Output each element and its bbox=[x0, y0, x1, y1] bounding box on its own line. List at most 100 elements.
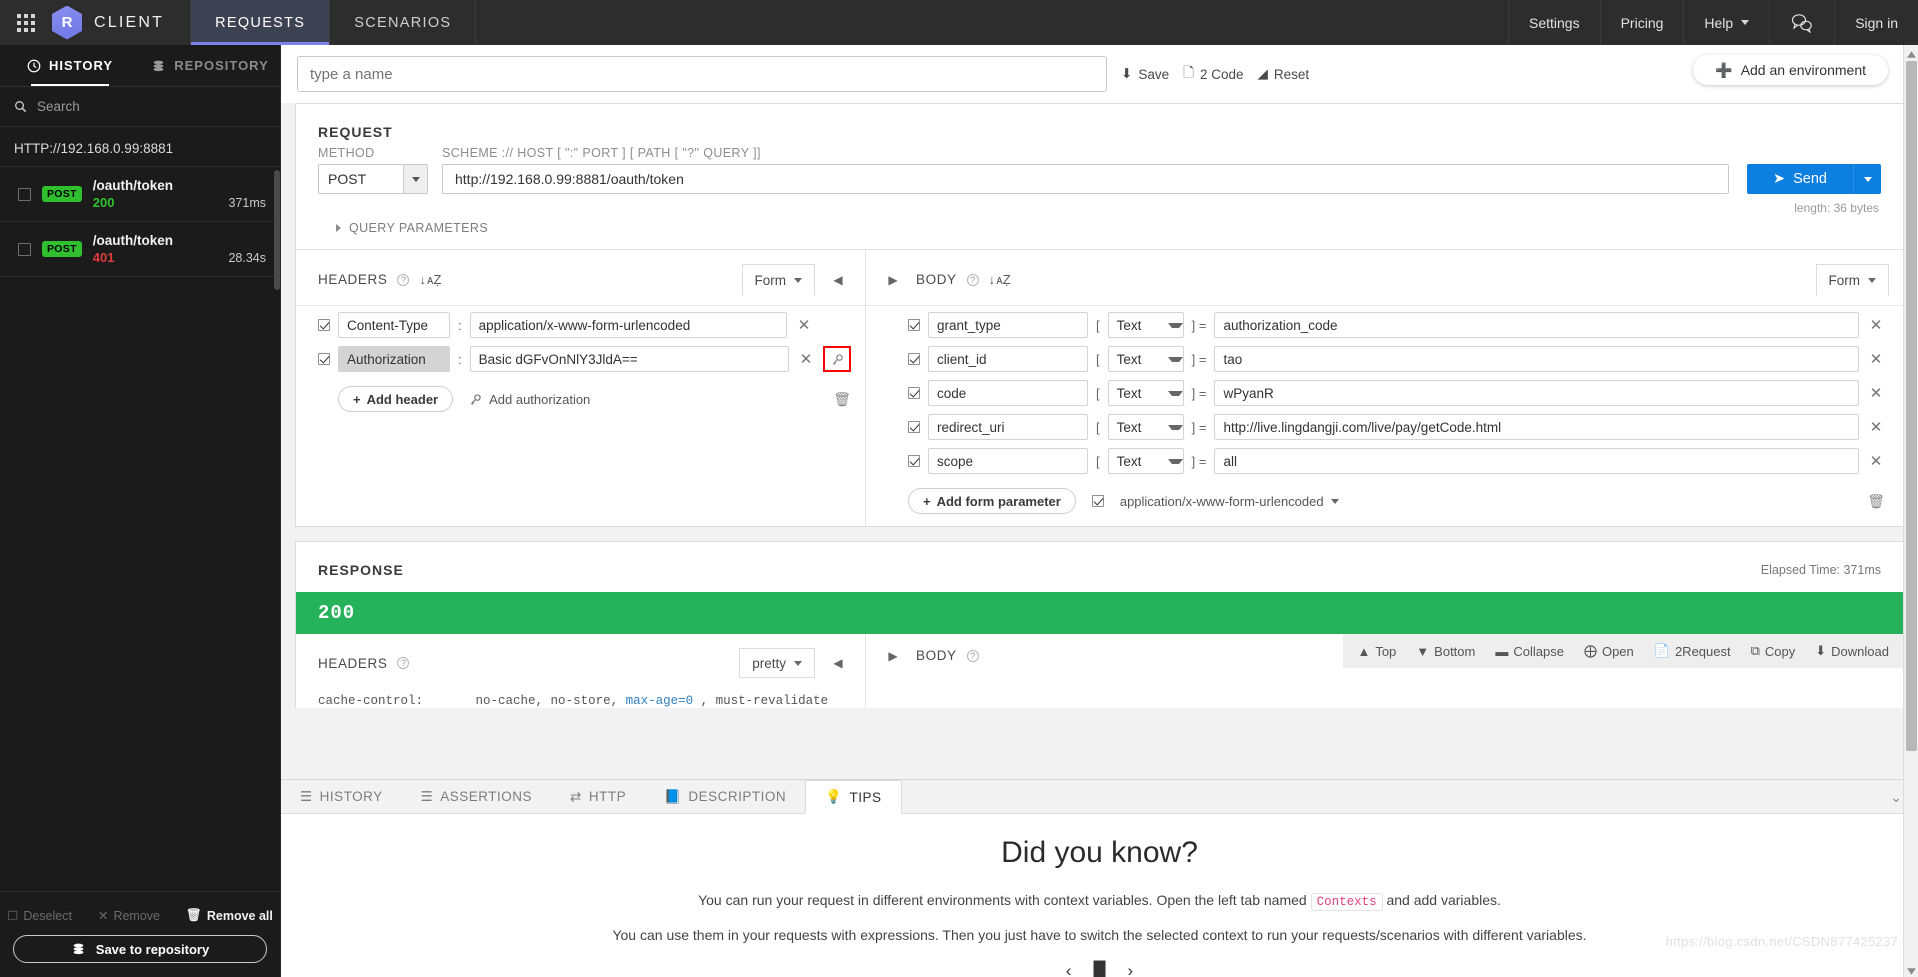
help-icon[interactable]: ? bbox=[966, 273, 979, 286]
history-item-checkbox[interactable] bbox=[18, 187, 31, 201]
save-button[interactable]: ⬇ Save bbox=[1121, 66, 1169, 82]
content-type-select[interactable]: application/x-www-form-urlencoded bbox=[1120, 494, 1339, 509]
remove-button[interactable]: ✕ Remove bbox=[98, 908, 160, 924]
reset-button[interactable]: ◢ Reset bbox=[1258, 66, 1310, 82]
headers-collapse-button[interactable]: ◀ bbox=[825, 273, 851, 287]
tab-tips[interactable]: 💡 TIPS bbox=[805, 780, 902, 814]
query-parameters-toggle[interactable]: QUERY PARAMETERS bbox=[296, 215, 1903, 249]
code-button[interactable]: 🗋 2 Code bbox=[1183, 63, 1243, 86]
method-select[interactable]: POST bbox=[318, 164, 428, 194]
main-scrollbar-thumb[interactable] bbox=[1906, 61, 1917, 751]
content-type-checkbox[interactable] bbox=[1091, 495, 1104, 507]
remove-param-button[interactable]: ✕ bbox=[1867, 418, 1885, 436]
apps-grid-button[interactable] bbox=[0, 0, 52, 45]
nav-help[interactable]: Help bbox=[1683, 0, 1769, 45]
send-button[interactable]: ➤ Send bbox=[1746, 164, 1853, 194]
list-item[interactable]: POST /oauth/token 401 28.34s bbox=[0, 222, 280, 277]
scroll-bottom-button[interactable]: ▼ Bottom bbox=[1416, 644, 1475, 659]
param-enabled-checkbox[interactable] bbox=[908, 319, 920, 331]
param-name-input[interactable]: code bbox=[928, 380, 1088, 406]
carousel-next-button[interactable]: › bbox=[1128, 961, 1134, 977]
help-icon[interactable]: ? bbox=[397, 273, 410, 286]
history-item-checkbox[interactable] bbox=[18, 242, 31, 256]
header-value-input[interactable]: application/x-www-form-urlencoded bbox=[469, 312, 787, 338]
list-item[interactable]: POST /oauth/token 200 371ms bbox=[0, 167, 280, 222]
main-scrollbar[interactable] bbox=[1903, 45, 1918, 977]
param-value-input[interactable]: authorization_code bbox=[1214, 312, 1859, 338]
sort-az-icon[interactable]: ↓ ᴀẒ bbox=[419, 272, 441, 287]
brand-logo[interactable]: R CLIENT bbox=[52, 0, 190, 45]
add-authorization-button[interactable]: Add authorization bbox=[469, 392, 590, 407]
param-type-select[interactable]: Text bbox=[1107, 312, 1184, 338]
body-expand-button[interactable]: ▶ bbox=[880, 273, 906, 287]
sidebar-search-row[interactable]: Search bbox=[0, 87, 280, 127]
collapse-bottom-panel-button[interactable]: ⌄ bbox=[1890, 789, 1902, 806]
nav-tab-scenarios[interactable]: SCENARIOS bbox=[329, 0, 475, 45]
deselect-button[interactable]: ☐ Deselect bbox=[7, 908, 72, 924]
nav-settings[interactable]: Settings bbox=[1508, 0, 1600, 45]
carousel-prev-button[interactable]: ‹ bbox=[1066, 961, 1072, 977]
remove-all-button[interactable]: 🗑 Remove all bbox=[186, 908, 273, 923]
header-enabled-checkbox[interactable] bbox=[318, 319, 330, 331]
add-form-parameter-button[interactable]: + Add form parameter bbox=[908, 488, 1076, 514]
param-type-select[interactable]: Text bbox=[1107, 346, 1184, 372]
remove-header-button[interactable]: ✕ bbox=[795, 316, 813, 334]
tab-http[interactable]: ⇄ HTTP bbox=[551, 780, 645, 813]
sidebar-tab-history[interactable]: HISTORY bbox=[0, 45, 140, 86]
remove-param-button[interactable]: ✕ bbox=[1867, 350, 1885, 368]
sidebar-search-input[interactable]: Search bbox=[37, 99, 80, 114]
tab-history[interactable]: ☰ HISTORY bbox=[281, 780, 402, 813]
response-body-expand-button[interactable]: ▶ bbox=[880, 649, 906, 663]
header-name-input[interactable]: Content-Type bbox=[338, 312, 450, 338]
remove-param-button[interactable]: ✕ bbox=[1867, 316, 1885, 334]
download-button[interactable]: ⬇ Download bbox=[1815, 643, 1889, 659]
param-value-input[interactable]: all bbox=[1214, 448, 1859, 474]
nav-sign-in[interactable]: Sign in bbox=[1834, 0, 1918, 45]
param-type-select[interactable]: Text bbox=[1107, 380, 1184, 406]
scroll-down-arrow-icon[interactable] bbox=[1906, 964, 1917, 975]
remove-param-button[interactable]: ✕ bbox=[1867, 452, 1885, 470]
response-format-select[interactable]: pretty bbox=[739, 648, 815, 678]
scroll-top-button[interactable]: ▲ Top bbox=[1357, 644, 1396, 659]
param-enabled-checkbox[interactable] bbox=[908, 421, 920, 433]
headers-mode-select[interactable]: Form bbox=[741, 264, 815, 296]
body-mode-select[interactable]: Form bbox=[1815, 264, 1889, 296]
param-name-input[interactable]: grant_type bbox=[928, 312, 1088, 338]
send-options-button[interactable] bbox=[1853, 164, 1881, 194]
request-name-input[interactable] bbox=[297, 56, 1107, 92]
param-name-input[interactable]: redirect_uri bbox=[928, 414, 1088, 440]
sidebar-tab-repository[interactable]: REPOSITORY bbox=[140, 45, 280, 86]
add-header-button[interactable]: + Add header bbox=[338, 386, 454, 412]
carousel-pause-button[interactable]: ▐▌ bbox=[1087, 961, 1111, 977]
remove-param-button[interactable]: ✕ bbox=[1867, 384, 1885, 402]
url-input[interactable]: http://192.168.0.99:8881/oauth/token bbox=[442, 164, 1729, 194]
tab-assertions[interactable]: ☰ ASSERTIONS bbox=[402, 780, 551, 813]
nav-tab-requests[interactable]: REQUESTS bbox=[190, 0, 330, 45]
header-inspect-key-button[interactable] bbox=[823, 346, 851, 372]
param-type-select[interactable]: Text bbox=[1107, 414, 1184, 440]
copy-button[interactable]: ⧉ Copy bbox=[1751, 643, 1796, 659]
response-headers-collapse-button[interactable]: ◀ bbox=[825, 656, 851, 670]
sort-az-icon[interactable]: ↓ ᴀẒ bbox=[989, 272, 1011, 287]
param-enabled-checkbox[interactable] bbox=[908, 353, 920, 365]
param-enabled-checkbox[interactable] bbox=[908, 387, 920, 399]
param-name-input[interactable]: client_id bbox=[928, 346, 1088, 372]
clear-headers-button[interactable]: 🗑 bbox=[833, 391, 851, 408]
collapse-button[interactable]: ▬ Collapse bbox=[1495, 644, 1564, 659]
save-to-repository-button[interactable]: Save to repository bbox=[13, 935, 267, 963]
scroll-up-arrow-icon[interactable] bbox=[1906, 47, 1917, 58]
nav-chat-button[interactable] bbox=[1769, 0, 1834, 45]
clear-body-button[interactable]: 🗑 bbox=[1867, 493, 1885, 510]
header-enabled-checkbox[interactable] bbox=[318, 353, 330, 365]
tab-description[interactable]: 📘 DESCRIPTION bbox=[645, 780, 805, 813]
nav-pricing[interactable]: Pricing bbox=[1599, 0, 1684, 45]
param-value-input[interactable]: tao bbox=[1214, 346, 1859, 372]
help-icon[interactable]: ? bbox=[397, 657, 410, 669]
header-name-input[interactable]: Authorization bbox=[338, 346, 450, 372]
open-button[interactable]: ⨁ Open bbox=[1584, 643, 1634, 659]
param-enabled-checkbox[interactable] bbox=[908, 455, 920, 467]
help-icon[interactable]: ? bbox=[966, 649, 979, 662]
to-request-button[interactable]: 📄 2Request bbox=[1654, 643, 1731, 659]
remove-header-button[interactable]: ✕ bbox=[797, 350, 815, 368]
add-environment-button[interactable]: ➕ Add an environment bbox=[1693, 55, 1888, 85]
